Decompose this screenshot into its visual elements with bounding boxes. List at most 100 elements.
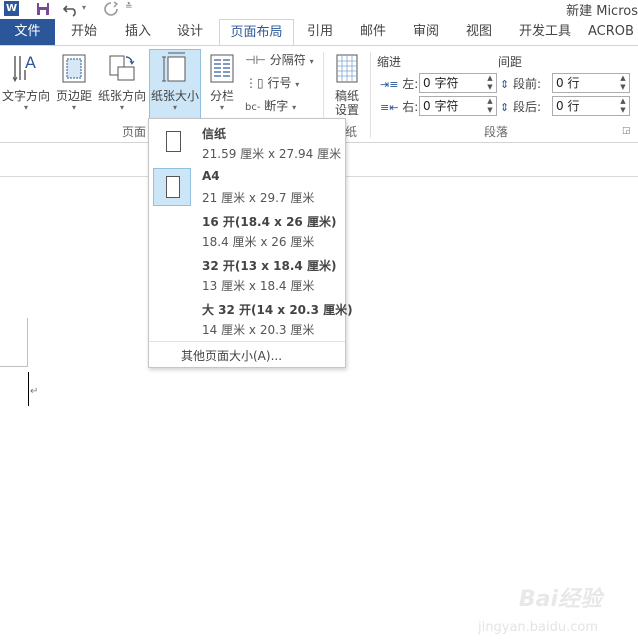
size-option-large-32k[interactable]: 大 32 开(14 x 20.3 厘米) 14 厘米 x 20.3 厘米 (149, 297, 353, 341)
more-page-sizes-item[interactable]: 其他页面大小(A)... (181, 347, 282, 364)
text-direction-icon: A (12, 53, 36, 83)
margins-icon (62, 54, 86, 83)
dialog-launcher-icon[interactable]: ◲ (622, 126, 631, 136)
group-separator (370, 52, 371, 138)
spacing-after-icon: ⇕ (500, 101, 510, 114)
line-numbers-button[interactable]: ⋮▯ 行号 ▾ (245, 73, 299, 93)
text-cursor (28, 372, 29, 406)
size-label: 纸张大小 (150, 89, 199, 103)
size-option-dims: 14 厘米 x 20.3 厘米 (202, 323, 315, 337)
size-button[interactable]: 纸张大小 ▾ (149, 49, 201, 121)
chevron-down-icon: ▾ (23, 103, 28, 112)
tab-references[interactable]: 引用 (298, 19, 342, 45)
size-option-letter[interactable]: 信纸 21.59 厘米 x 27.94 厘米 (149, 121, 345, 165)
chevron-down-icon: ▾ (172, 103, 177, 112)
spinner-arrows-icon[interactable]: ▲ ▼ (485, 97, 495, 115)
indent-left-label: ⇥≡ 左: (380, 75, 418, 92)
page-size-icon (162, 52, 186, 82)
indent-left-input[interactable]: 0 字符 ▲ ▼ (419, 73, 497, 93)
menu-separator (149, 341, 345, 342)
undo-icon[interactable] (63, 1, 79, 17)
chevron-down-icon: ▾ (292, 103, 297, 112)
size-option-dims: 18.4 厘米 x 26 厘米 (202, 235, 315, 249)
page-corner-mark (27, 318, 28, 366)
breaks-label: 分隔符 (269, 53, 306, 67)
page-thumbnail (153, 124, 191, 162)
spacing-before-icon: ⇕ (500, 78, 510, 91)
orientation-label: 纸张方向 (97, 89, 146, 103)
chevron-down-icon: ▾ (295, 80, 300, 89)
save-icon[interactable] (35, 1, 51, 17)
hyphenation-icon: bc- (245, 102, 261, 113)
indent-left-value: 0 字符 (423, 76, 459, 90)
spacing-title: 间距 (498, 55, 523, 69)
paragraph-mark: ↵ (30, 386, 39, 397)
customize-icon[interactable]: ≛ (125, 2, 133, 12)
size-option-name: 16 开(18.4 x 26 厘米) (202, 215, 337, 229)
spacing-before-input[interactable]: 0 行 ▲ ▼ (552, 73, 630, 93)
manuscript-group-label: 纸 (345, 125, 358, 139)
paragraph-group-label: 段落 (484, 125, 509, 139)
tab-review[interactable]: 审阅 (404, 19, 448, 45)
title-bar: W ▾ ≛ 新建 Micros (0, 0, 638, 19)
tab-insert[interactable]: 插入 (116, 19, 160, 45)
tab-home[interactable]: 开始 (62, 19, 106, 45)
margins-button[interactable]: 页边距 ▾ (53, 50, 95, 120)
indent-right-value: 0 字符 (423, 99, 459, 113)
manuscript-label-2: 设置 (334, 103, 359, 117)
watermark-logo: Bai经验 (518, 587, 602, 612)
size-option-dims: 21.59 厘米 x 27.94 厘米 (202, 147, 342, 161)
size-option-dims: 21 厘米 x 29.7 厘米 (202, 191, 315, 205)
text-direction-button[interactable]: A 文字方向 ▾ (1, 50, 51, 120)
breaks-button[interactable]: ⊣⊢ 分隔符 ▾ (245, 50, 314, 70)
tab-mailings[interactable]: 邮件 (351, 19, 395, 45)
svg-text:A: A (25, 53, 36, 72)
indent-right-icon: ≡⇤ (380, 101, 399, 114)
indent-right-label: ≡⇤ 右: (380, 98, 418, 115)
word-icon[interactable]: W (4, 1, 19, 16)
spacing-before-value: 0 行 (556, 76, 580, 90)
spacing-before-text: 段前: (513, 77, 542, 91)
spinner-arrows-icon[interactable]: ▲ ▼ (618, 74, 628, 92)
indent-title: 缩进 (377, 55, 402, 69)
hyphenation-button[interactable]: bc- 断字 ▾ (245, 96, 296, 116)
size-option-16k[interactable]: 16 开(18.4 x 26 厘米) 18.4 厘米 x 26 厘米 (149, 209, 345, 253)
redo-icon[interactable] (103, 1, 119, 17)
page-size-dropdown: 信纸 21.59 厘米 x 27.94 厘米 A4 21 厘米 x 29.7 厘… (148, 118, 353, 368)
spacing-after-input[interactable]: 0 行 ▲ ▼ (552, 96, 630, 116)
size-option-32k[interactable]: 32 开(13 x 18.4 厘米) 13 厘米 x 18.4 厘米 (149, 253, 345, 297)
spinner-arrows-icon[interactable]: ▲ ▼ (485, 74, 495, 92)
spinner-arrows-icon[interactable]: ▲ ▼ (618, 97, 628, 115)
undo-dropdown-icon[interactable]: ▾ (82, 3, 86, 12)
size-option-a4[interactable]: A4 21 厘米 x 29.7 厘米 (149, 165, 345, 209)
size-option-name: 信纸 (202, 127, 227, 141)
indent-right-text: 右: (402, 100, 419, 114)
ribbon-tabs: 文件 开始 插入 设计 页面布局 引用 邮件 审阅 视图 开发工具 ACROB (0, 19, 638, 45)
page-icon (166, 131, 181, 152)
page-corner-mark (0, 366, 28, 367)
line-numbers-icon: ⋮▯ (245, 76, 264, 90)
chevron-down-icon: ▾ (71, 103, 76, 112)
size-option-name: 32 开(13 x 18.4 厘米) (202, 259, 337, 273)
columns-button[interactable]: 分栏 ▾ (204, 50, 240, 120)
breaks-icon: ⊣⊢ (245, 53, 266, 67)
tab-acrobat[interactable]: ACROB (588, 19, 638, 45)
line-numbers-label: 行号 (267, 76, 292, 90)
indent-left-text: 左: (402, 77, 419, 91)
tab-file[interactable]: 文件 (0, 19, 55, 45)
tab-design[interactable]: 设计 (168, 19, 212, 45)
manuscript-settings-button[interactable]: 稿纸 设置 (328, 50, 366, 120)
chevron-down-icon: ▾ (309, 57, 314, 66)
indent-right-input[interactable]: 0 字符 ▲ ▼ (419, 96, 497, 116)
spacing-before-label: ⇕ 段前: (500, 75, 541, 92)
tab-view[interactable]: 视图 (457, 19, 501, 45)
tab-developer[interactable]: 开发工具 (510, 19, 580, 45)
tab-page-layout[interactable]: 页面布局 (219, 19, 294, 45)
chevron-down-icon: ▾ (219, 103, 224, 112)
size-option-name: A4 (202, 169, 220, 183)
chevron-down-icon: ▾ (119, 103, 124, 112)
margins-label: 页边距 (55, 89, 92, 103)
orientation-button[interactable]: 纸张方向 ▾ (96, 50, 148, 120)
spacing-after-label: ⇕ 段后: (500, 98, 541, 115)
indent-left-icon: ⇥≡ (380, 78, 399, 91)
